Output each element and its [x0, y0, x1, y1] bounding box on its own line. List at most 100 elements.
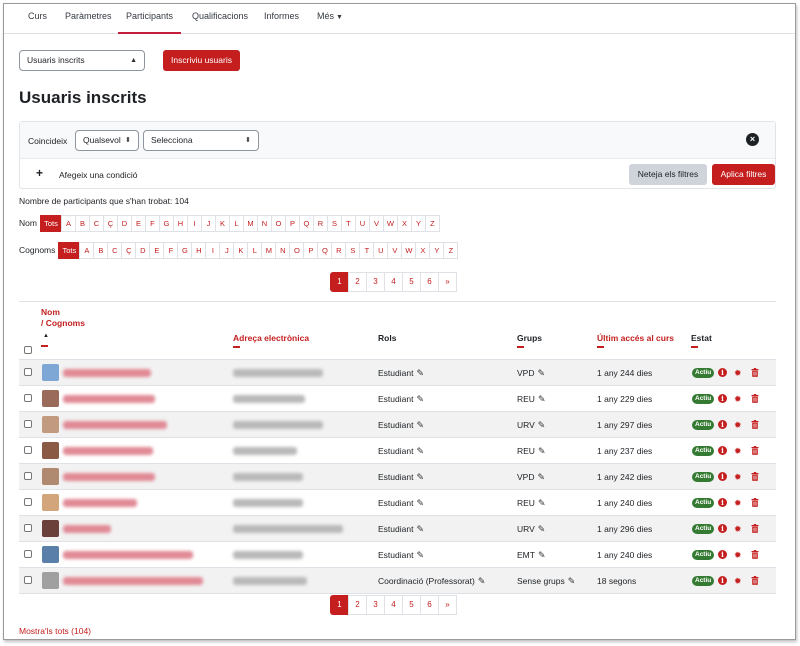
last-name-initial-letter[interactable]: V	[387, 242, 403, 259]
group-cell[interactable]: EMT ✎	[517, 550, 546, 560]
edit-pencil-icon[interactable]: ✎	[568, 576, 576, 586]
plus-icon[interactable]: +	[36, 167, 43, 179]
gear-icon[interactable]: ✹	[734, 394, 742, 404]
group-cell[interactable]: URV ✎	[517, 524, 545, 534]
column-header-name[interactable]: Nom / Cognoms ▲	[41, 307, 85, 347]
avatar[interactable]	[42, 468, 59, 485]
page-link[interactable]: 5	[402, 595, 421, 615]
header-last-name[interactable]: / Cognoms	[41, 318, 85, 328]
edit-pencil-icon[interactable]: ✎	[416, 368, 424, 378]
avatar[interactable]	[42, 494, 59, 511]
gear-icon[interactable]: ✹	[734, 472, 742, 482]
avatar[interactable]	[42, 520, 59, 537]
header-first-name[interactable]: Nom	[41, 307, 60, 317]
gear-icon[interactable]: ✹	[734, 446, 742, 456]
first-name-initial-all[interactable]: Tots	[39, 215, 62, 232]
info-icon[interactable]: i	[718, 420, 727, 429]
last-name-initial-letter[interactable]: O	[289, 242, 305, 259]
participant-name-redacted[interactable]	[63, 525, 111, 533]
enrol-users-button[interactable]: Inscriviu usuaris	[163, 50, 240, 71]
last-name-initial-letter[interactable]: D	[135, 242, 151, 259]
page-link[interactable]: 6	[420, 272, 439, 292]
column-header-email[interactable]: Adreça electrònica	[233, 333, 309, 348]
next-page-link[interactable]: »	[438, 272, 457, 292]
first-name-initial-letter[interactable]: T	[340, 215, 356, 232]
first-name-initial-letter[interactable]: Ç	[102, 215, 118, 232]
participant-name-redacted[interactable]	[63, 473, 155, 481]
last-name-initial-letter[interactable]: T	[359, 242, 375, 259]
trash-icon[interactable]	[751, 524, 759, 535]
gear-icon[interactable]: ✹	[734, 368, 742, 378]
apply-filters-button[interactable]: Aplica filtres	[712, 164, 775, 185]
info-icon[interactable]: i	[718, 498, 727, 507]
participant-name-redacted[interactable]	[63, 421, 167, 429]
last-name-initial-letter[interactable]: N	[275, 242, 291, 259]
edit-pencil-icon[interactable]: ✎	[416, 498, 424, 508]
info-icon[interactable]: i	[718, 368, 727, 377]
last-name-initial-letter[interactable]: P	[303, 242, 319, 259]
filter-type-select[interactable]: Selecciona ⬍	[143, 130, 259, 151]
clear-filters-button[interactable]: Neteja els filtres	[629, 164, 707, 185]
last-name-initial-letter[interactable]: B	[93, 242, 109, 259]
avatar[interactable]	[42, 546, 59, 563]
first-name-initial-letter[interactable]: W	[382, 215, 398, 232]
trash-icon[interactable]	[751, 394, 759, 405]
last-name-initial-letter[interactable]: R	[331, 242, 347, 259]
page-link[interactable]: 2	[348, 595, 367, 615]
edit-pencil-icon[interactable]: ✎	[537, 472, 545, 482]
last-name-initial-letter[interactable]: J	[219, 242, 235, 259]
last-name-initial-letter[interactable]: E	[149, 242, 165, 259]
group-cell[interactable]: VPD ✎	[517, 368, 545, 378]
participant-name-redacted[interactable]	[63, 577, 203, 585]
last-name-initial-letter[interactable]: Q	[317, 242, 333, 259]
last-name-initial-letter[interactable]: L	[247, 242, 263, 259]
avatar[interactable]	[42, 416, 59, 433]
page-link[interactable]: 5	[402, 272, 421, 292]
edit-pencil-icon[interactable]: ✎	[537, 368, 545, 378]
last-name-initial-letter[interactable]: X	[415, 242, 431, 259]
match-select[interactable]: Qualsevol ⬍	[75, 130, 139, 151]
edit-pencil-icon[interactable]: ✎	[538, 394, 546, 404]
tab-reports[interactable]: Informes	[264, 4, 299, 34]
first-name-initial-letter[interactable]: O	[270, 215, 286, 232]
row-checkbox[interactable]	[24, 576, 32, 584]
first-name-initial-letter[interactable]: M	[242, 215, 258, 232]
group-cell[interactable]: REU ✎	[517, 498, 546, 508]
last-name-initial-letter[interactable]: M	[261, 242, 277, 259]
gear-icon[interactable]: ✹	[734, 498, 742, 508]
first-name-initial-letter[interactable]: Q	[298, 215, 314, 232]
first-name-initial-letter[interactable]: G	[158, 215, 174, 232]
role-cell[interactable]: Estudiant ✎	[378, 368, 424, 378]
page-link[interactable]: 6	[420, 595, 439, 615]
info-icon[interactable]: i	[718, 524, 727, 533]
page-link[interactable]: 1	[330, 272, 349, 292]
participant-name-redacted[interactable]	[63, 551, 193, 559]
info-icon[interactable]: i	[718, 472, 727, 481]
role-cell[interactable]: Estudiant ✎	[378, 550, 424, 560]
last-name-initial-letter[interactable]: S	[345, 242, 361, 259]
gear-icon[interactable]: ✹	[734, 576, 742, 586]
last-name-initial-letter[interactable]: U	[373, 242, 389, 259]
avatar[interactable]	[42, 572, 59, 589]
first-name-initial-letter[interactable]: U	[354, 215, 370, 232]
row-checkbox[interactable]	[24, 550, 32, 558]
role-cell[interactable]: Estudiant ✎	[378, 420, 424, 430]
participant-name-redacted[interactable]	[63, 395, 155, 403]
first-name-initial-letter[interactable]: R	[312, 215, 328, 232]
first-name-initial-letter[interactable]: I	[186, 215, 202, 232]
tab-grades[interactable]: Qualificacions	[192, 4, 248, 34]
first-name-initial-letter[interactable]: Y	[410, 215, 426, 232]
avatar[interactable]	[42, 390, 59, 407]
trash-icon[interactable]	[751, 420, 759, 431]
trash-icon[interactable]	[751, 498, 759, 509]
info-icon[interactable]: i	[718, 394, 727, 403]
first-name-initial-letter[interactable]: K	[214, 215, 230, 232]
last-name-initial-letter[interactable]: Ç	[121, 242, 137, 259]
last-name-initial-letter[interactable]: Y	[429, 242, 445, 259]
avatar[interactable]	[42, 364, 59, 381]
info-icon[interactable]: i	[718, 550, 727, 559]
first-name-initial-letter[interactable]: Z	[424, 215, 440, 232]
last-name-initial-letter[interactable]: W	[401, 242, 417, 259]
group-cell[interactable]: REU ✎	[517, 394, 546, 404]
first-name-initial-letter[interactable]: J	[200, 215, 216, 232]
